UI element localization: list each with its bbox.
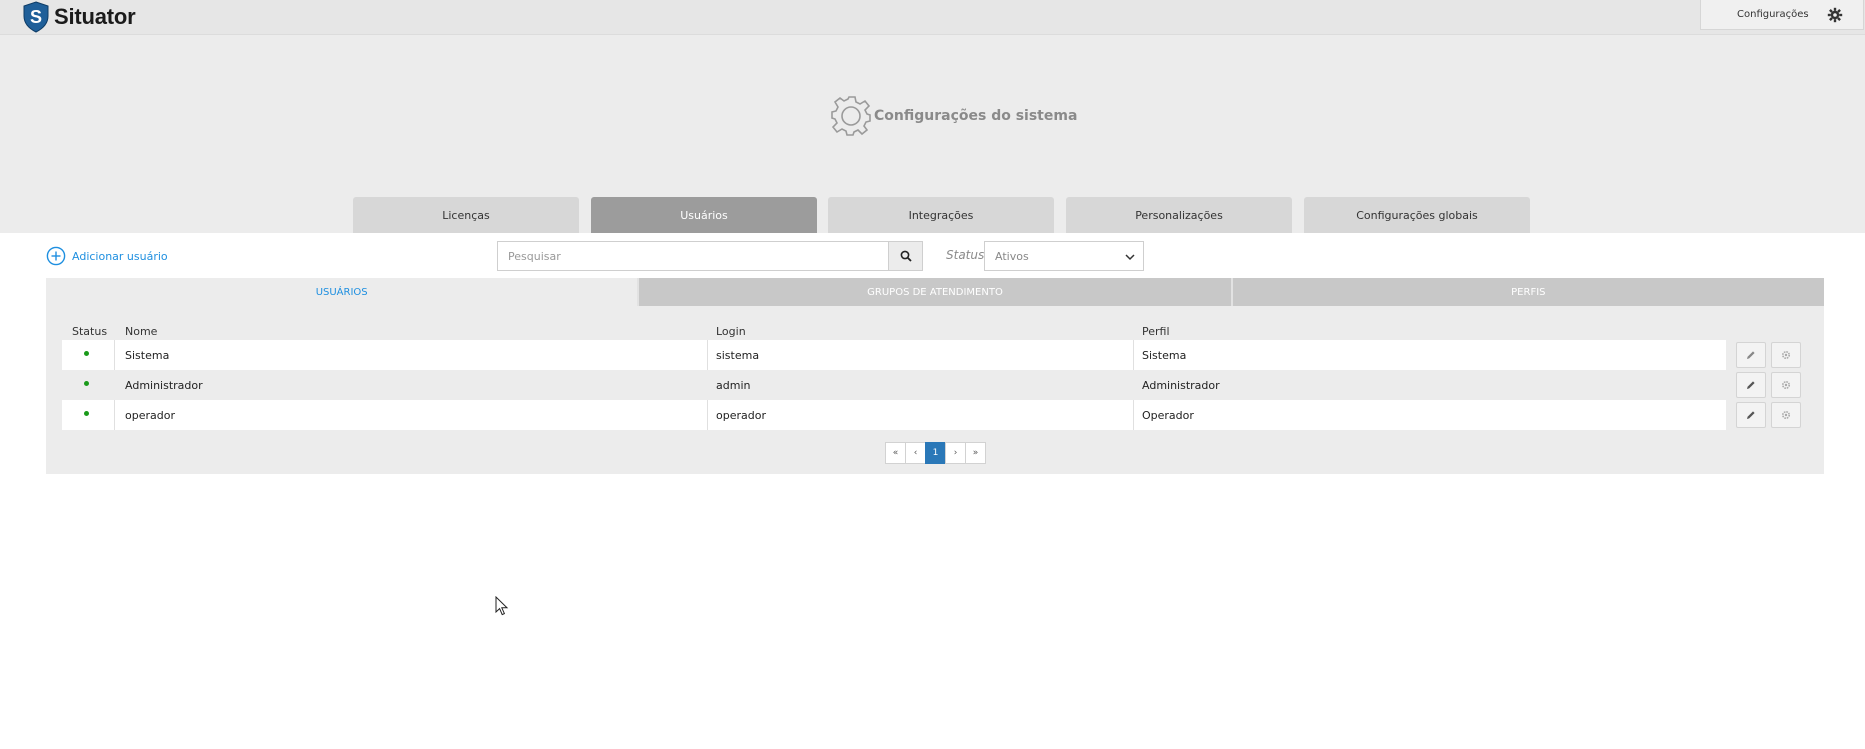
cell-login: sistema	[716, 348, 760, 362]
page-first-button[interactable]: «	[885, 442, 906, 464]
column-divider	[707, 400, 708, 430]
svg-text:S: S	[30, 7, 42, 27]
column-divider	[114, 400, 115, 430]
status-active-dot	[84, 381, 89, 386]
app-name: Situator	[54, 3, 136, 29]
table-row[interactable]: operador operador Operador	[62, 400, 1726, 430]
gear-outline-icon	[831, 96, 871, 136]
cell-login: operador	[716, 408, 766, 422]
configuracoes-button[interactable]: Configurações	[1700, 0, 1864, 30]
gear-icon	[1781, 350, 1791, 360]
subtab-grupos-de-atendimento[interactable]: GRUPOS DE ATENDIMENTO	[637, 278, 1231, 306]
page-next-button[interactable]: ›	[945, 442, 966, 464]
tab-configuracoes-globais[interactable]: Configurações globais	[1304, 197, 1530, 233]
pencil-icon	[1747, 381, 1755, 389]
cell-name: Administrador	[125, 378, 203, 392]
situator-shield-icon: S	[23, 0, 49, 33]
status-filter-label: Status	[946, 248, 985, 262]
cell-name: Sistema	[125, 348, 170, 362]
gear-icon	[1781, 380, 1791, 390]
column-divider	[707, 340, 708, 370]
column-divider	[114, 340, 115, 370]
chevron-down-icon	[1125, 254, 1135, 261]
cell-profile: Sistema	[1142, 348, 1187, 362]
top-bar: S Situator Configurações	[0, 0, 1865, 35]
configuracoes-label: Configurações	[1737, 9, 1809, 20]
cell-profile: Administrador	[1142, 378, 1220, 392]
settings-button[interactable]	[1771, 342, 1801, 368]
status-select-value: Ativos	[995, 249, 1029, 263]
tab-personalizacoes[interactable]: Personalizações	[1066, 197, 1292, 233]
table-row[interactable]: Administrador admin Administrador	[62, 370, 1726, 400]
add-user-label: Adicionar usuário	[72, 249, 168, 263]
cell-login: admin	[716, 378, 751, 392]
tab-integracoes[interactable]: Integrações	[828, 197, 1054, 233]
status-select[interactable]: Ativos	[984, 241, 1144, 271]
pencil-icon	[1747, 351, 1755, 359]
gear-icon[interactable]	[1827, 7, 1843, 23]
edit-button[interactable]	[1736, 402, 1766, 428]
status-active-dot	[84, 351, 89, 356]
add-user-button[interactable]: Adicionar usuário	[46, 246, 168, 266]
search-input[interactable]	[497, 241, 889, 271]
edit-button[interactable]	[1736, 372, 1766, 398]
subtab-perfis[interactable]: PERFIS	[1230, 278, 1824, 306]
tab-licencas[interactable]: Licenças	[353, 197, 579, 233]
logo[interactable]: S Situator	[22, 0, 136, 33]
page-current-button[interactable]: 1	[925, 442, 946, 464]
tab-usuarios[interactable]: Usuários	[591, 197, 817, 233]
subtab-usuarios[interactable]: USUÁRIOS	[46, 278, 638, 306]
column-divider	[1133, 340, 1134, 370]
page-title: Configurações do sistema	[830, 95, 1077, 137]
header-perfil: Perfil	[1142, 325, 1170, 338]
search-button[interactable]	[888, 241, 923, 271]
header-nome: Nome	[125, 325, 158, 338]
page-prev-button[interactable]: ‹	[905, 442, 926, 464]
cell-profile: Operador	[1142, 408, 1194, 422]
table-row[interactable]: Sistema sistema Sistema	[62, 340, 1726, 370]
mouse-cursor-icon	[495, 596, 509, 616]
page-title-text: Configurações do sistema	[874, 108, 1078, 124]
gear-icon	[1781, 410, 1791, 420]
status-active-dot	[84, 411, 89, 416]
cell-name: operador	[125, 408, 175, 422]
column-divider	[1133, 400, 1134, 430]
header-login: Login	[716, 325, 746, 338]
settings-button[interactable]	[1771, 372, 1801, 398]
pagination: « ‹ 1 › »	[885, 442, 986, 464]
page-last-button[interactable]: »	[965, 442, 986, 464]
search-icon	[900, 250, 912, 262]
sub-tabs: USUÁRIOS GRUPOS DE ATENDIMENTO PERFIS	[46, 278, 1824, 306]
users-panel: USUÁRIOS GRUPOS DE ATENDIMENTO PERFIS St…	[46, 278, 1824, 474]
edit-button[interactable]	[1736, 342, 1766, 368]
pencil-icon	[1747, 411, 1755, 419]
header-status: Status	[72, 325, 108, 338]
settings-button[interactable]	[1771, 402, 1801, 428]
plus-circle-icon	[46, 246, 66, 266]
